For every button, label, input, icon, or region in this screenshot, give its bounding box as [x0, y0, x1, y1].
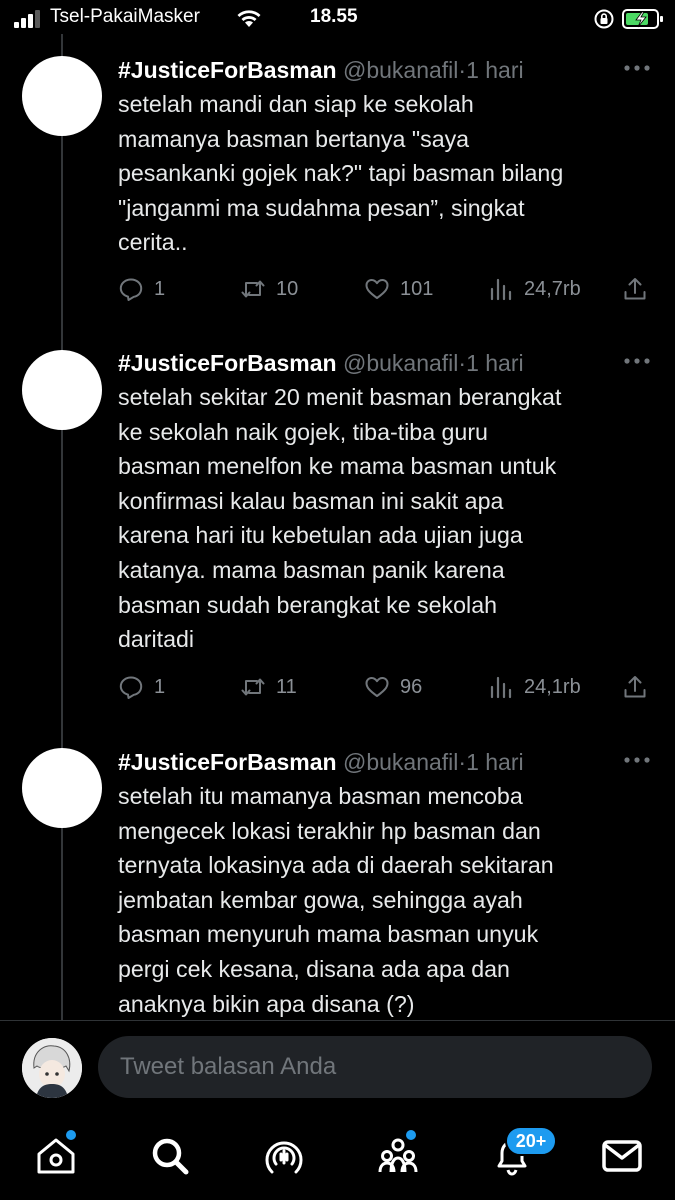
- nav-spaces[interactable]: [262, 1134, 306, 1178]
- thread-line: [61, 34, 63, 1020]
- notification-badge: 20+: [505, 1126, 557, 1156]
- reply-icon: [119, 278, 143, 301]
- share-icon: [624, 676, 646, 698]
- heart-icon: [365, 677, 389, 697]
- share-button[interactable]: [622, 275, 658, 303]
- display-name[interactable]: #JusticeForBasman: [118, 749, 337, 775]
- separator-dot: ·: [458, 57, 467, 83]
- separator-dot: ·: [458, 350, 467, 376]
- retweet-button[interactable]: 10: [240, 275, 298, 303]
- battery-icon: [622, 9, 663, 29]
- wifi-icon: [237, 10, 261, 27]
- timestamp[interactable]: 1 hari: [466, 749, 524, 775]
- separator-dot: ·: [458, 749, 467, 775]
- nav-messages[interactable]: [600, 1134, 644, 1178]
- like-button[interactable]: 96: [364, 673, 422, 701]
- status-bar: Tsel-PakaiMasker 18.55: [0, 0, 675, 40]
- home-icon: [37, 1138, 75, 1174]
- user-avatar[interactable]: [22, 1038, 82, 1098]
- more-options-icon[interactable]: [623, 64, 651, 72]
- like-count: 101: [400, 277, 434, 300]
- nav-communities[interactable]: [376, 1134, 420, 1178]
- heart-icon: [365, 279, 389, 299]
- handle[interactable]: @bukanafil: [343, 749, 458, 775]
- more-options-icon[interactable]: [623, 357, 651, 365]
- retweet-icon: [241, 678, 265, 696]
- communities-icon: [378, 1138, 418, 1173]
- tweet-header: #JusticeForBasman @bukanafil·1 hari: [118, 749, 524, 776]
- retweet-button[interactable]: 11: [240, 673, 297, 701]
- handle[interactable]: @bukanafil: [343, 57, 458, 83]
- tweet-text: setelah sekitar 20 menit basman berangka…: [118, 384, 562, 653]
- retweet-count: 11: [276, 675, 297, 698]
- nav-search[interactable]: [148, 1134, 192, 1178]
- display-name[interactable]: #JusticeForBasman: [118, 350, 337, 376]
- timestamp[interactable]: 1 hari: [466, 57, 524, 83]
- views-count: 24,7rb: [524, 277, 581, 300]
- retweet-count: 10: [276, 277, 299, 300]
- views-button[interactable]: 24,7rb: [488, 275, 581, 303]
- avatar[interactable]: [22, 748, 102, 828]
- handle[interactable]: @bukanafil: [343, 350, 458, 376]
- views-icon: [490, 278, 512, 301]
- tweet-text: setelah mandi dan siap ke sekolah mamany…: [118, 91, 564, 256]
- tweet-actions: 1 11 96 24,1rb: [118, 673, 658, 701]
- views-count: 24,1rb: [524, 675, 581, 698]
- reply-input[interactable]: [98, 1036, 652, 1098]
- orientation-lock-icon: [594, 9, 614, 29]
- like-count: 96: [400, 675, 423, 698]
- reply-divider: [0, 1020, 675, 1021]
- reply-count: 1: [154, 277, 166, 300]
- views-icon: [490, 676, 512, 699]
- bottom-nav: [0, 1120, 675, 1200]
- display-name[interactable]: #JusticeForBasman: [118, 57, 337, 83]
- share-icon: [624, 278, 646, 300]
- reply-button[interactable]: 1: [118, 673, 165, 701]
- more-options-icon[interactable]: [623, 756, 651, 764]
- spaces-icon: [265, 1141, 303, 1174]
- tweet-text: setelah itu mamanya basman mencoba menge…: [118, 783, 554, 1017]
- cellular-signal-icon: [14, 10, 40, 28]
- tweet-actions: 1 10 101 24,7rb: [118, 275, 658, 303]
- search-icon: [152, 1138, 189, 1175]
- anime-avatar-icon: [22, 1038, 82, 1098]
- avatar[interactable]: [22, 56, 102, 136]
- reply-count: 1: [154, 675, 166, 698]
- reply-icon: [119, 676, 143, 699]
- avatar[interactable]: [22, 350, 102, 430]
- reply-button[interactable]: 1: [118, 275, 165, 303]
- clock: 18.55: [310, 6, 358, 27]
- communities-unread-dot: [406, 1130, 416, 1140]
- share-button[interactable]: [622, 673, 658, 701]
- tweet-header: #JusticeForBasman @bukanafil·1 hari: [118, 350, 524, 377]
- home-unread-dot: [66, 1130, 76, 1140]
- views-button[interactable]: 24,1rb: [488, 673, 581, 701]
- like-button[interactable]: 101: [364, 275, 433, 303]
- timestamp[interactable]: 1 hari: [466, 350, 524, 376]
- tweet-header: #JusticeForBasman @bukanafil·1 hari: [118, 57, 524, 84]
- nav-home[interactable]: [34, 1134, 78, 1178]
- retweet-icon: [241, 280, 265, 298]
- messages-icon: [602, 1140, 642, 1172]
- carrier-name: Tsel-PakaiMasker: [50, 6, 200, 27]
- reply-text-field[interactable]: [98, 1036, 652, 1098]
